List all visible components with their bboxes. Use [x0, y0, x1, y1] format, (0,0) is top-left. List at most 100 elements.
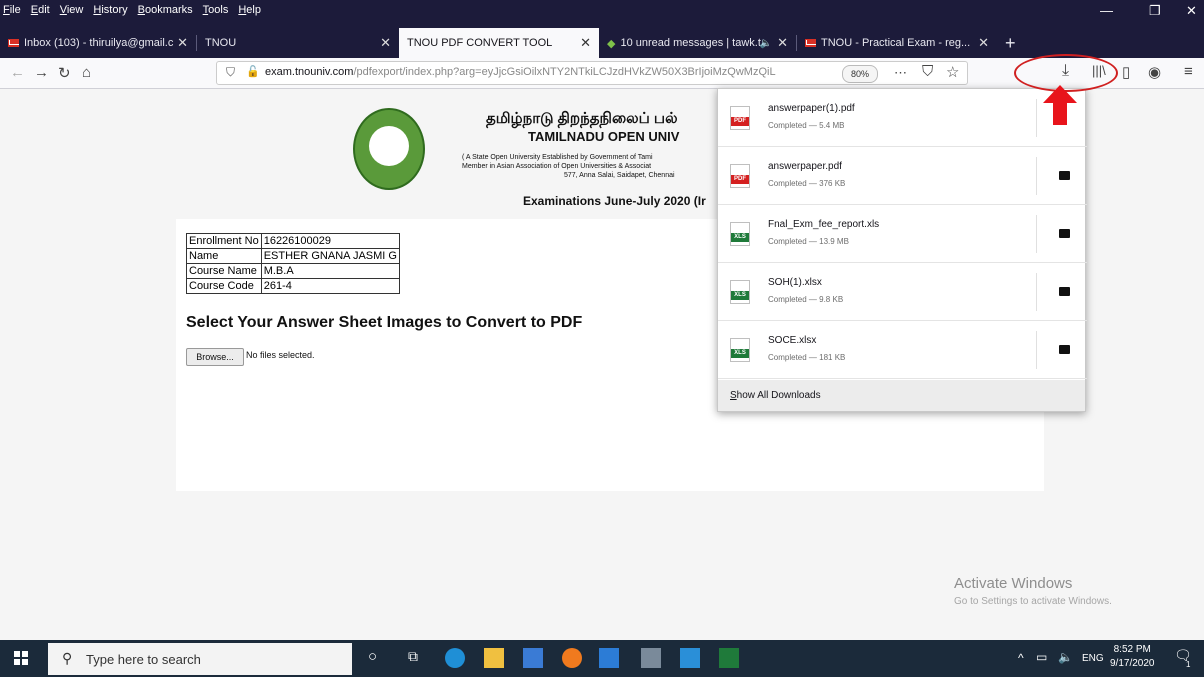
volume-icon[interactable]: 🔈: [1058, 650, 1073, 664]
close-tab-icon[interactable]: ✕: [177, 35, 188, 51]
reload-icon[interactable]: ↻: [58, 64, 71, 82]
activate-windows-title: Activate Windows: [954, 575, 1073, 592]
excel-app-icon[interactable]: [719, 648, 739, 668]
pocket-icon[interactable]: ⛉: [922, 63, 933, 80]
forward-icon[interactable]: →: [34, 64, 49, 81]
close-tab-icon[interactable]: ✕: [978, 35, 989, 51]
minimize-icon[interactable]: —: [1100, 3, 1113, 18]
menu-file[interactable]: File: [3, 4, 21, 16]
menu-view[interactable]: View: [60, 4, 84, 16]
university-subtitle-1: ( A State Open University Established by…: [462, 154, 653, 161]
download-item[interactable]: XLS SOH(1).xlsx Completed — 9.8 KB: [718, 263, 1087, 321]
network-app-icon[interactable]: [641, 648, 661, 668]
download-name: SOH(1).xlsx: [768, 277, 822, 288]
enrollment-label: Enrollment No: [186, 233, 262, 249]
folder-icon[interactable]: [1059, 345, 1070, 354]
home-icon[interactable]: ⌂: [82, 64, 91, 81]
file-explorer-icon[interactable]: [484, 648, 504, 668]
tab-pdf-convert-tool[interactable]: TNOU PDF CONVERT TOOL ✕: [399, 28, 599, 58]
menu-bookmarks[interactable]: Bookmarks: [138, 4, 193, 16]
show-all-downloads-button[interactable]: Show All Downloads: [718, 380, 1085, 411]
table-row: Course Name M.B.A: [186, 263, 400, 279]
table-row: Enrollment No 16226100029: [186, 233, 400, 249]
download-name: SOCE.xlsx: [768, 335, 817, 346]
university-subtitle-2: Member in Asian Association of Open Univ…: [462, 163, 652, 170]
file-status-text: No files selected.: [246, 350, 315, 360]
tab-strip: Inbox (103) - thiruilya@gmail.c ✕ TNOU ✕…: [0, 28, 1027, 58]
download-item[interactable]: PDF answerpaper.pdf Completed — 376 KB: [718, 147, 1087, 205]
tab-label: TNOU - Practical Exam - reg...: [821, 37, 971, 49]
download-item[interactable]: PDF answerpaper(1).pdf Completed — 5.4 M…: [718, 89, 1087, 147]
university-address: 577, Anna Salai, Saidapet, Chennai: [564, 172, 675, 179]
network-icon[interactable]: ▭: [1036, 650, 1047, 664]
divider: [1036, 215, 1037, 253]
student-info-table: Enrollment No 16226100029 Name ESTHER GNAN…: [186, 233, 400, 294]
account-icon[interactable]: ◉: [1148, 63, 1161, 81]
name-value: ESTHER GNANA JASMI G: [260, 248, 400, 264]
tab-tnou[interactable]: TNOU ✕: [197, 28, 399, 58]
show-hidden-icons-icon[interactable]: ^: [1018, 651, 1024, 665]
menu-edit[interactable]: Edit: [31, 4, 50, 16]
course-code-value: 261-4: [260, 278, 400, 294]
language-indicator[interactable]: ENG: [1082, 653, 1104, 664]
divider: [1036, 157, 1037, 195]
bookmark-star-icon[interactable]: ☆: [946, 63, 959, 81]
sidebar-icon[interactable]: ▯: [1122, 63, 1130, 81]
menu-history[interactable]: History: [93, 4, 127, 16]
folder-icon[interactable]: [1059, 229, 1070, 238]
new-tab-icon[interactable]: +: [997, 28, 1027, 58]
select-images-heading: Select Your Answer Sheet Images to Conve…: [186, 314, 583, 331]
divider: [1036, 99, 1037, 137]
course-code-label: Course Code: [186, 278, 262, 294]
tab-tawk[interactable]: ◆ 10 unread messages | tawk.t 🔈 ✕: [599, 28, 796, 58]
search-icon: ⚲: [62, 650, 73, 666]
close-tab-icon[interactable]: ✕: [777, 35, 788, 51]
download-item[interactable]: XLS SOCE.xlsx Completed — 181 KB: [718, 321, 1087, 379]
folder-icon[interactable]: [1059, 287, 1070, 296]
menu-help[interactable]: Help: [238, 4, 261, 16]
enrollment-value: 16226100029: [260, 233, 400, 249]
system-clock[interactable]: 8:52 PM 9/17/2020: [1110, 643, 1155, 671]
menu-tools[interactable]: Tools: [203, 4, 229, 16]
download-status: Completed — 181 KB: [768, 353, 846, 362]
tab-practical-exam[interactable]: TNOU - Practical Exam - reg... ✕: [797, 28, 997, 58]
close-tab-icon[interactable]: ✕: [580, 35, 591, 51]
restore-icon[interactable]: ❐: [1149, 3, 1161, 19]
download-item[interactable]: XLS Fnal_Exm_fee_report.xls Completed — …: [718, 205, 1087, 263]
tawk-icon: ◆: [607, 37, 616, 50]
zoom-level[interactable]: 80%: [842, 65, 878, 83]
mail-icon[interactable]: [599, 648, 619, 668]
browse-button[interactable]: Browse...: [186, 348, 244, 366]
gmail-icon: [805, 39, 816, 47]
hamburger-menu-icon[interactable]: ≡: [1184, 63, 1193, 80]
close-window-icon[interactable]: ✕: [1186, 3, 1197, 19]
cortana-icon[interactable]: ○: [368, 648, 377, 665]
folder-icon[interactable]: [1059, 171, 1070, 180]
store-icon[interactable]: [523, 648, 543, 668]
edge-icon[interactable]: [445, 648, 465, 668]
insecure-lock-icon[interactable]: 🔓: [246, 65, 260, 78]
tab-label: Inbox (103) - thiruilya@gmail.c: [24, 37, 174, 49]
shield-icon[interactable]: ⛉: [226, 65, 235, 80]
windows-start-icon[interactable]: [14, 651, 28, 665]
word-app-icon[interactable]: [680, 648, 700, 668]
page-actions-icon[interactable]: ⋯: [894, 65, 907, 81]
university-tamil-title: தமிழ்நாடு திறந்தநிலைப் பல்: [486, 110, 678, 127]
tab-inbox[interactable]: Inbox (103) - thiruilya@gmail.c ✕: [0, 28, 196, 58]
excel-file-icon: XLS: [730, 338, 750, 362]
pdf-file-icon: PDF: [730, 164, 750, 188]
firefox-icon[interactable]: [562, 648, 582, 668]
activate-windows-subtitle: Go to Settings to activate Windows.: [954, 596, 1112, 607]
speaker-icon[interactable]: 🔈: [760, 38, 772, 49]
task-view-icon[interactable]: ⧉: [408, 648, 418, 665]
excel-file-icon: XLS: [730, 280, 750, 304]
table-row: Name ESTHER GNANA JASMI G: [186, 248, 400, 264]
downloads-panel: PDF answerpaper(1).pdf Completed — 5.4 M…: [717, 88, 1087, 412]
menu-bar: File Edit View History Bookmarks Tools H…: [0, 0, 261, 20]
download-status: Completed — 5.4 MB: [768, 121, 845, 130]
university-english-title: TAMILNADU OPEN UNIV: [528, 129, 680, 144]
back-icon[interactable]: ←: [10, 64, 25, 81]
tab-label: 10 unread messages | tawk.t: [620, 37, 761, 49]
close-tab-icon[interactable]: ✕: [380, 35, 391, 51]
url-text[interactable]: exam.tnouniv.com/pdfexport/index.php?arg…: [265, 66, 845, 78]
